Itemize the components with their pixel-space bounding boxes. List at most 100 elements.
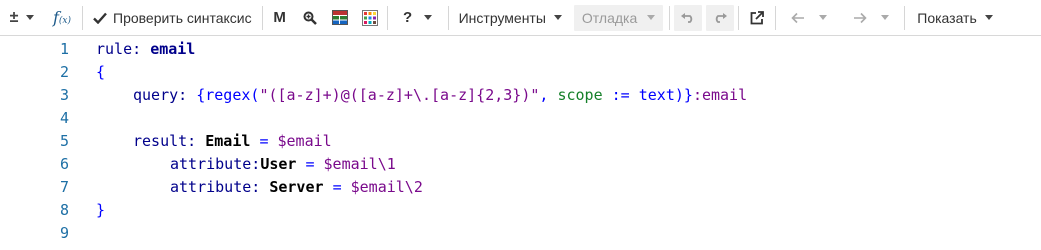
code-text: } xyxy=(96,200,106,219)
equals: = xyxy=(305,154,315,173)
checkmark-icon xyxy=(93,12,107,24)
brace: { xyxy=(196,85,206,104)
toolbar-divider xyxy=(447,5,449,30)
help-dropdown[interactable]: ? xyxy=(390,0,446,36)
chevron-down-icon xyxy=(26,15,35,20)
bold-m-button[interactable]: M xyxy=(265,0,295,36)
toolbar-divider xyxy=(386,5,388,30)
color-palette-icon xyxy=(361,9,378,26)
toolbar-divider xyxy=(261,5,263,30)
code-line: 3 query: {regex("([a-z]+)@([a-z]+\.[a-z]… xyxy=(0,83,1041,106)
toolbar: ± f(x) Проверить синтаксис M ? Инструмен… xyxy=(0,0,1041,36)
code-text: result: Email = $email xyxy=(133,132,332,150)
equals: = xyxy=(332,177,342,196)
grid-image-icon xyxy=(331,10,348,25)
variable: $email xyxy=(277,131,332,150)
code-line: 8 } xyxy=(0,198,1041,221)
grid-image-button[interactable] xyxy=(325,0,355,36)
function-call: regex( xyxy=(205,85,260,104)
function-button[interactable]: f(x) xyxy=(44,0,80,36)
equals: = xyxy=(259,131,269,150)
function-icon-sub: (x) xyxy=(58,16,72,26)
type-name: Email xyxy=(205,131,251,150)
toolbar-divider xyxy=(669,5,671,30)
line-number: 1 xyxy=(59,39,69,58)
debug-dropdown[interactable]: Отладка xyxy=(570,0,667,36)
redo-icon xyxy=(716,12,728,23)
zoom-button[interactable] xyxy=(295,0,325,36)
keyword: query: xyxy=(133,85,188,104)
check-syntax-button[interactable]: Проверить синтаксис xyxy=(85,0,260,36)
code-line: 2 { xyxy=(0,60,1041,83)
back-arrow-icon xyxy=(791,12,805,23)
code-line: 7 attribute: Server = $email\2 xyxy=(0,175,1041,198)
back-dropdown[interactable] xyxy=(778,0,840,36)
brace: } xyxy=(683,85,693,104)
toolbar-divider xyxy=(738,5,740,30)
line-number: 2 xyxy=(59,62,69,81)
toolbar-divider xyxy=(904,5,906,30)
help-icon: ? xyxy=(403,9,413,26)
chevron-down-icon xyxy=(647,15,656,20)
zoom-icon xyxy=(303,11,317,25)
bold-m-icon: M xyxy=(273,9,286,26)
rule-name: email xyxy=(150,39,196,58)
debug-label: Отладка xyxy=(581,9,638,26)
toolbar-divider xyxy=(775,5,777,30)
attribute-name: User xyxy=(260,154,297,173)
chevron-down-icon xyxy=(553,15,562,20)
line-number: 4 xyxy=(59,108,69,127)
code-text: { xyxy=(96,62,106,81)
show-dropdown[interactable]: Показать xyxy=(907,0,1003,36)
code-editor[interactable]: 1 rule: email 2 { 3 query: {regex("([a-z… xyxy=(0,37,1041,250)
function-icon: f(x) xyxy=(53,8,71,27)
code-line: 5 result: Email = $email xyxy=(0,129,1041,152)
chevron-down-icon xyxy=(984,15,993,20)
variable: :email xyxy=(692,85,748,104)
line-number: 8 xyxy=(59,200,69,219)
chevron-down-icon xyxy=(881,15,890,20)
keyword: result: xyxy=(133,131,197,150)
assign-operator: := xyxy=(611,85,630,104)
toolbar-divider xyxy=(82,5,83,30)
comma: , xyxy=(539,85,549,104)
keyword: attribute: xyxy=(170,154,261,173)
line-number: 7 xyxy=(59,177,69,196)
color-palette-button[interactable] xyxy=(355,0,385,36)
tools-dropdown[interactable]: Инструменты xyxy=(451,0,570,36)
line-number: 6 xyxy=(59,154,69,173)
keyword: attribute: xyxy=(170,177,261,196)
redo-button[interactable] xyxy=(704,0,736,36)
forward-dropdown[interactable] xyxy=(840,0,902,36)
variable: $email\2 xyxy=(350,177,423,196)
code-text: attribute: Server = $email\2 xyxy=(170,178,423,196)
code-line: 9 xyxy=(0,221,1041,244)
line-number: 5 xyxy=(59,131,69,150)
code-line: 6 attribute:User = $email\1 xyxy=(0,152,1041,175)
tools-label: Инструменты xyxy=(458,9,546,26)
undo-icon xyxy=(681,12,693,23)
code-line: 1 rule: email xyxy=(0,37,1041,60)
forward-arrow-icon xyxy=(854,12,867,23)
code-line: 4 xyxy=(0,106,1041,129)
show-label: Показать xyxy=(917,9,977,26)
open-external-button[interactable] xyxy=(741,0,773,36)
check-syntax-label: Проверить синтаксис xyxy=(113,9,252,26)
regex-string: "([a-z]+)@([a-z]+\.[a-z]{2,3})" xyxy=(259,85,540,104)
parameter-value: text) xyxy=(638,85,684,104)
parameter: scope xyxy=(557,85,603,104)
open-external-icon xyxy=(750,10,765,24)
code-text: query: {regex("([a-z]+)@([a-z]+\.[a-z]{2… xyxy=(133,86,747,104)
undo-button[interactable] xyxy=(672,0,704,36)
chevron-down-icon xyxy=(424,15,433,20)
chevron-down-icon xyxy=(819,15,828,20)
plusminus-icon: ± xyxy=(9,8,19,26)
code-text: attribute:User = $email\1 xyxy=(170,155,396,173)
plusminus-dropdown[interactable]: ± xyxy=(0,0,44,36)
attribute-name: Server xyxy=(269,177,324,196)
line-number: 3 xyxy=(59,85,69,104)
keyword: rule: xyxy=(96,39,142,58)
variable: $email\1 xyxy=(323,154,396,173)
code-text: rule: email xyxy=(96,40,195,58)
line-number: 9 xyxy=(59,223,69,242)
